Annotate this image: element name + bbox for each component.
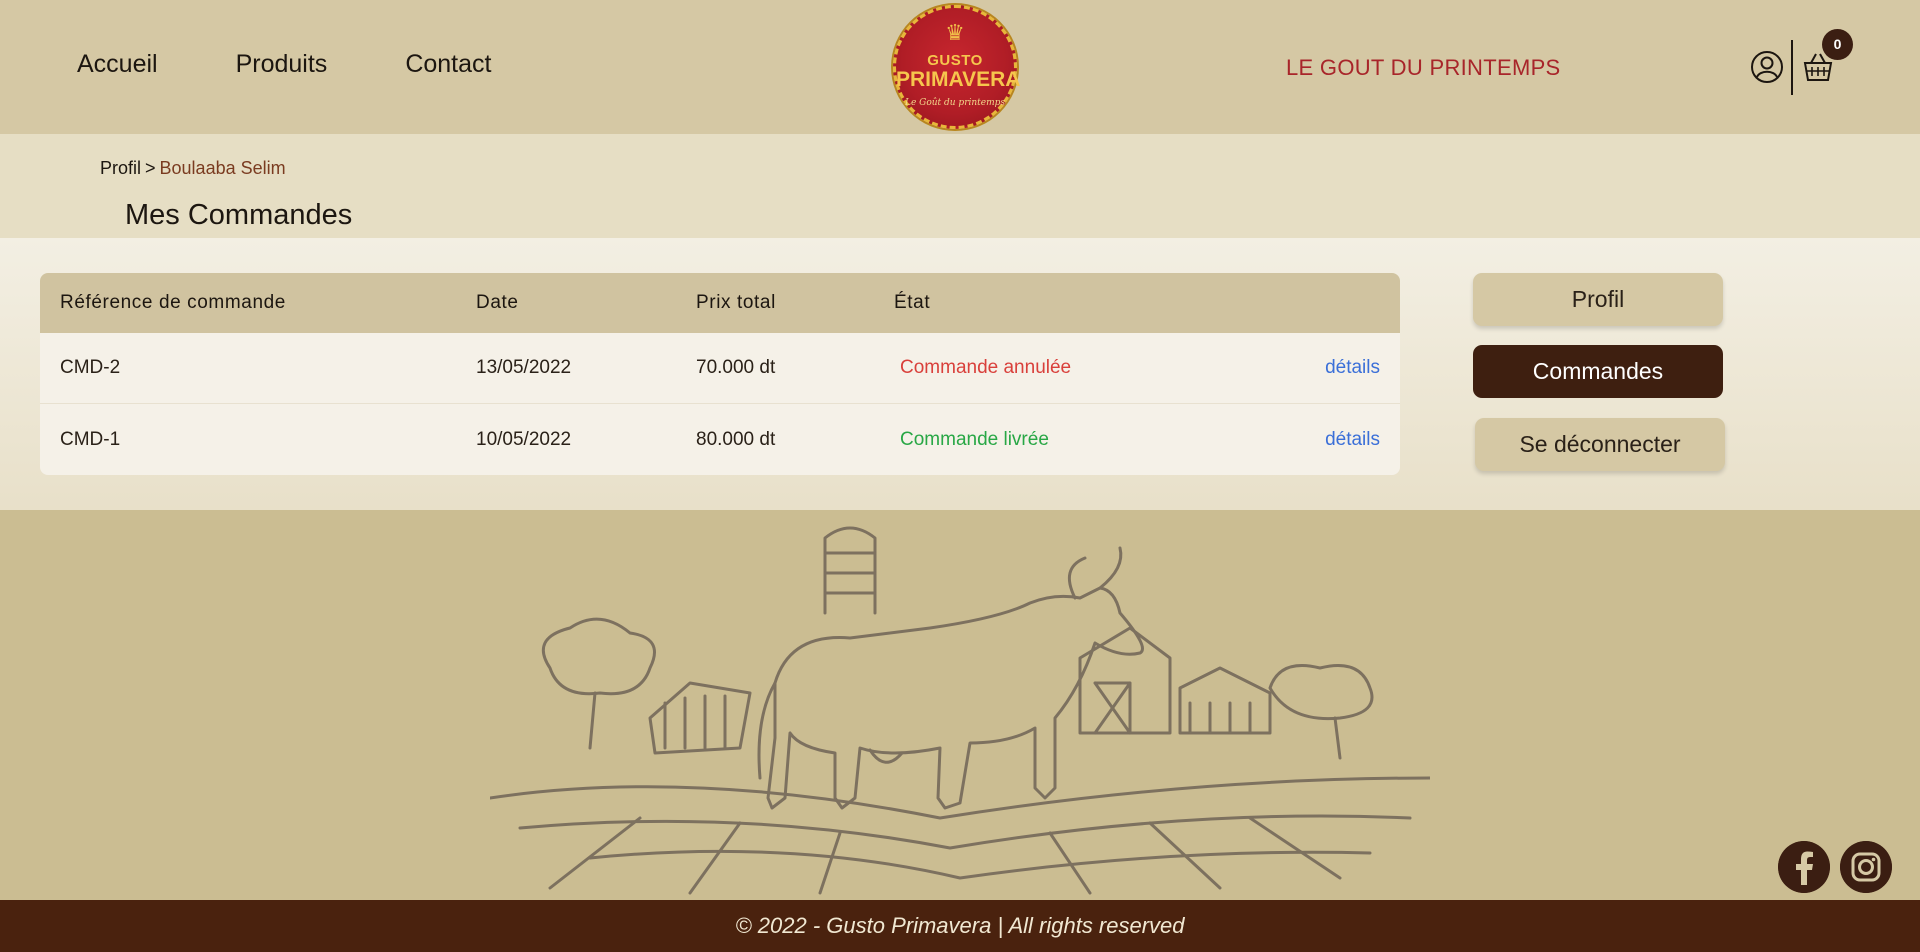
profile-subheader: Profil > Boulaaba Selim Mes Commandes [0,134,1920,238]
header-date: Date [476,292,519,313]
header-reference: Référence de commande [60,292,286,313]
tagline: LE GOUT DU PRINTEMPS [1286,55,1561,80]
main-nav: Accueil Produits Contact [77,50,569,79]
order-status: Commande livrée [900,428,1049,450]
nav-accueil[interactable]: Accueil [77,50,158,79]
table-row: CMD-1 10/05/2022 80.000 dt Commande livr… [40,404,1400,475]
order-total: 80.000 dt [696,428,776,450]
footer-copyright: © 2022 - Gusto Primavera | All rights re… [735,913,1185,938]
table-row: CMD-2 13/05/2022 70.000 dt Commande annu… [40,333,1400,404]
order-date: 13/05/2022 [476,357,572,378]
nav-produits[interactable]: Produits [236,50,328,79]
commandes-button[interactable]: Commandes [1473,345,1723,398]
logout-button[interactable]: Se déconnecter [1475,418,1725,471]
order-status: Commande annulée [900,357,1072,378]
profil-button[interactable]: Profil [1473,273,1723,326]
header-divider [1791,40,1793,95]
orders-table: Référence de commande Date Prix total Ét… [40,273,1400,475]
order-ref: CMD-2 [60,357,121,378]
order-details-link[interactable]: détails [1325,429,1380,450]
order-date: 10/05/2022 [476,428,572,450]
cart-count-badge: 0 [1822,29,1853,60]
facebook-icon[interactable] [1778,841,1830,893]
site-footer: © 2022 - Gusto Primavera | All rights re… [0,900,1920,952]
user-icon[interactable] [1750,50,1784,84]
orders-section: Référence de commande Date Prix total Ét… [0,238,1920,510]
header-total: Prix total [696,292,776,313]
order-ref: CMD-1 [60,428,121,450]
table-header: Référence de commande Date Prix total Ét… [40,273,1400,333]
order-total: 70.000 dt [696,357,776,378]
farm-illustration-section [0,510,1920,900]
page-title: Mes Commandes [125,199,353,231]
breadcrumb-current: Boulaaba Selim [159,158,286,178]
logo-line-2: PRIMAVERA [896,68,1021,91]
site-header: Accueil Produits Contact ♛ GUSTO PRIMAVE… [0,0,1920,134]
nav-contact[interactable]: Contact [405,50,491,79]
breadcrumb: Profil > Boulaaba Selim [100,158,286,179]
breadcrumb-separator: > [145,158,156,178]
farm-cow-illustration [490,526,1430,895]
header-status: État [894,292,931,313]
crown-icon: ♛ [945,20,965,45]
logo-line-3: Le Goût du printemps [904,98,1006,108]
instagram-icon[interactable] [1840,841,1892,893]
brand-logo[interactable]: ♛ GUSTO PRIMAVERA Le Goût du printemps [893,5,1021,129]
logo-line-1: GUSTO [927,52,983,69]
order-details-link[interactable]: détails [1325,357,1380,378]
breadcrumb-profil[interactable]: Profil [100,158,141,178]
